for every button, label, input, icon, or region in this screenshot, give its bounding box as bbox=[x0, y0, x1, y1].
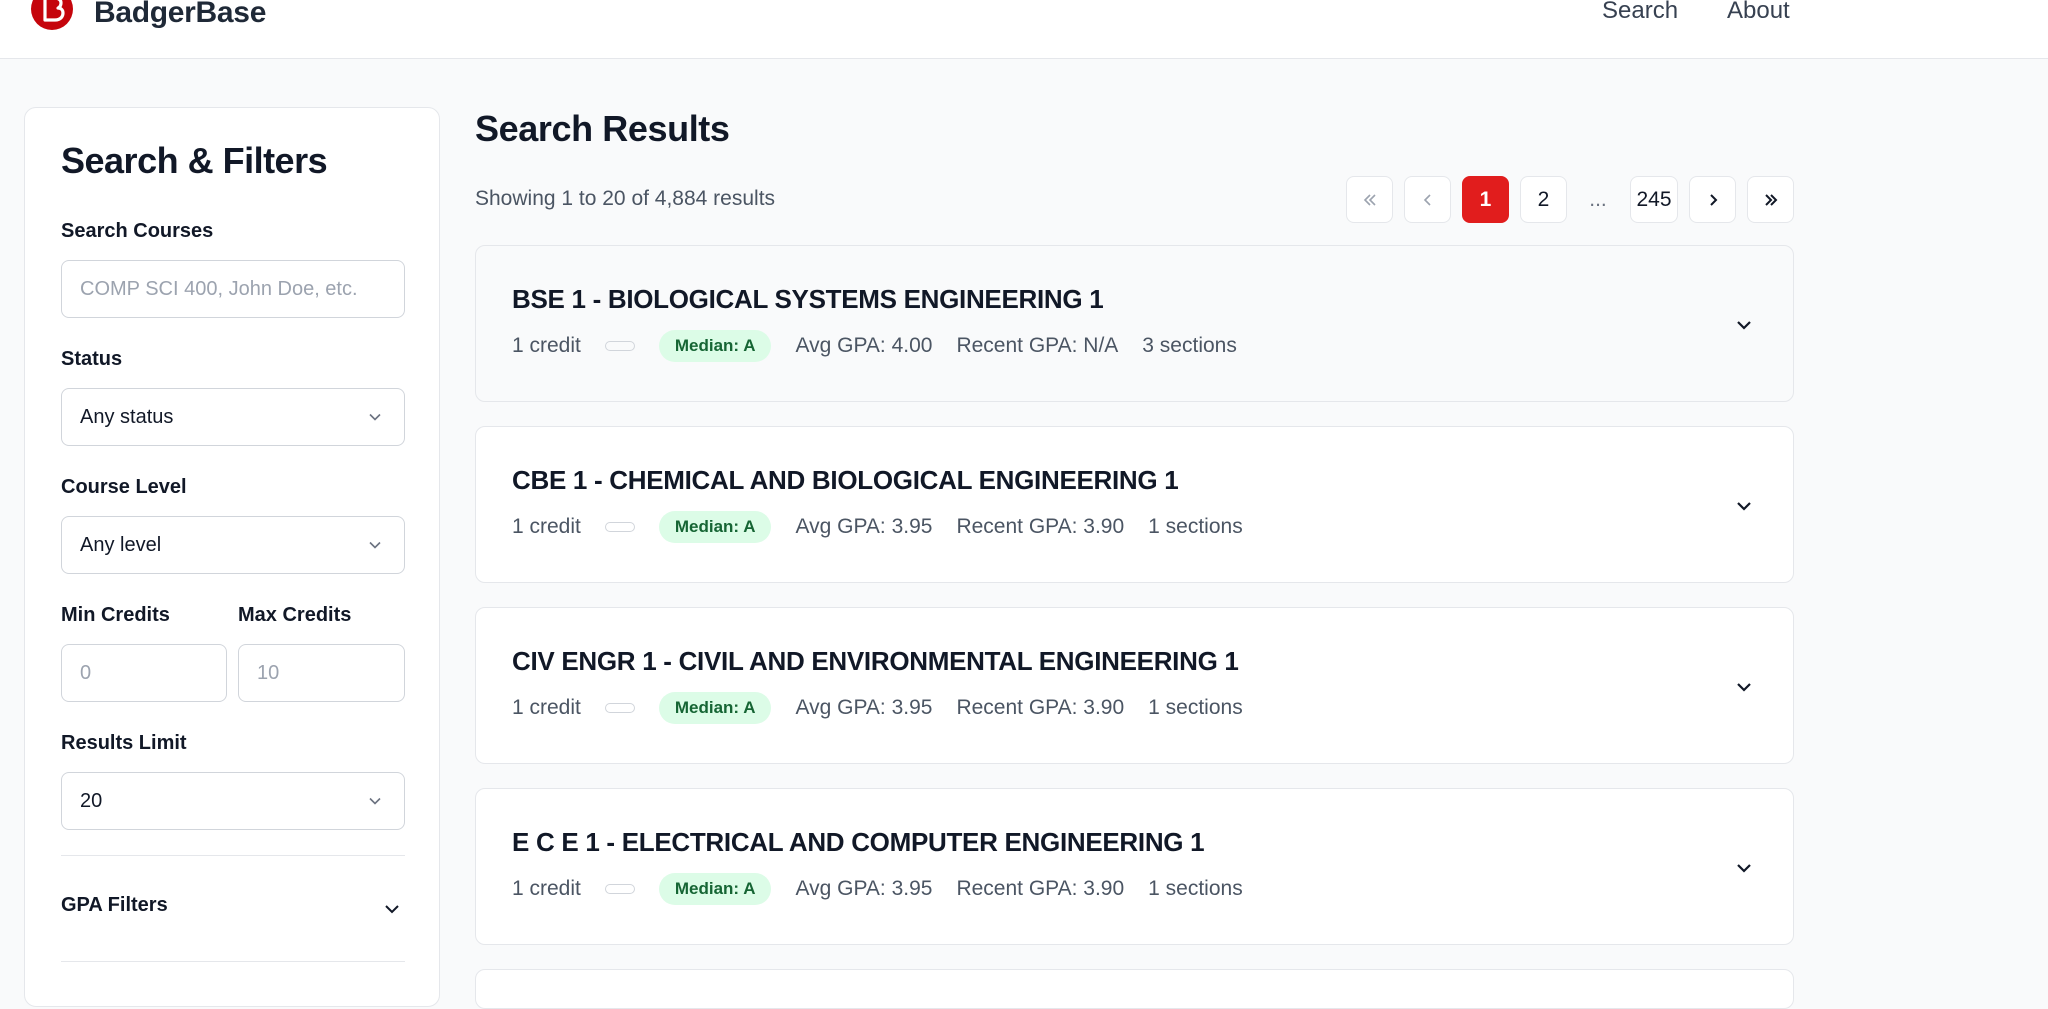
gpa-filters-toggle[interactable]: GPA Filters bbox=[61, 894, 168, 917]
course-card[interactable]: CIV ENGR 1 - CIVIL AND ENVIRONMENTAL ENG… bbox=[475, 607, 1794, 764]
avg-gpa: Avg GPA: 4.00 bbox=[795, 334, 933, 357]
chevron-down-icon[interactable] bbox=[383, 900, 401, 918]
course-meta: 1 credit Median: A Avg GPA: 3.95 Recent … bbox=[512, 511, 1267, 543]
empty-tag bbox=[604, 341, 635, 351]
badgerbase-logo-icon[interactable] bbox=[31, 0, 73, 30]
chevron-down-icon[interactable] bbox=[1733, 676, 1755, 698]
status-select[interactable]: Any status bbox=[61, 388, 405, 446]
status-select-value: Any status bbox=[80, 406, 174, 428]
page-button[interactable]: 2 bbox=[1520, 176, 1567, 223]
section-count: 1 sections bbox=[1148, 696, 1243, 719]
median-grade-badge: Median: A bbox=[658, 873, 772, 905]
course-level-select[interactable]: Any level bbox=[61, 516, 405, 574]
course-card-partial[interactable] bbox=[475, 969, 1794, 1009]
min-credits-field[interactable] bbox=[61, 644, 227, 702]
chevron-down-icon[interactable] bbox=[1733, 857, 1755, 879]
recent-gpa: Recent GPA: 3.90 bbox=[956, 696, 1125, 719]
chevron-left-icon bbox=[1423, 193, 1431, 206]
search-courses-input[interactable] bbox=[80, 261, 404, 318]
empty-tag bbox=[604, 703, 635, 713]
section-count: 1 sections bbox=[1148, 877, 1243, 900]
course-meta: 1 credit Median: A Avg GPA: 3.95 Recent … bbox=[512, 692, 1267, 724]
double-chevron-right-icon bbox=[1764, 193, 1777, 206]
brand-name[interactable]: BadgerBase bbox=[94, 0, 266, 30]
max-credits-field[interactable] bbox=[238, 644, 405, 702]
pagination-ellipsis: ... bbox=[1589, 187, 1607, 211]
results-count: Showing 1 to 20 of 4,884 results bbox=[475, 187, 776, 210]
chevron-down-icon bbox=[369, 541, 381, 549]
median-grade-badge: Median: A bbox=[658, 511, 772, 543]
section-count: 1 sections bbox=[1148, 515, 1243, 538]
avg-gpa: Avg GPA: 3.95 bbox=[795, 515, 933, 538]
top-navbar: BadgerBase Search About bbox=[0, 0, 2048, 59]
page-button-current[interactable]: 1 bbox=[1462, 176, 1509, 223]
min-credits-input[interactable] bbox=[80, 645, 226, 702]
page-button-last-number[interactable]: 245 bbox=[1630, 176, 1678, 223]
max-credits-label: Max Credits bbox=[238, 604, 352, 626]
recent-gpa: Recent GPA: 3.90 bbox=[956, 515, 1125, 538]
chevron-down-icon bbox=[369, 797, 381, 805]
results-limit-select[interactable]: 20 bbox=[61, 772, 405, 830]
course-level-label: Course Level bbox=[61, 476, 187, 498]
last-page-button[interactable] bbox=[1747, 176, 1794, 223]
course-meta: 1 credit Median: A Avg GPA: 4.00 Recent … bbox=[512, 330, 1261, 362]
empty-tag bbox=[604, 522, 635, 532]
course-card[interactable]: E C E 1 - ELECTRICAL AND COMPUTER ENGINE… bbox=[475, 788, 1794, 945]
min-credits-label: Min Credits bbox=[61, 604, 170, 626]
chevron-down-icon[interactable] bbox=[1733, 314, 1755, 336]
results-limit-label: Results Limit bbox=[61, 732, 187, 754]
course-credits: 1 credit bbox=[512, 515, 581, 538]
avg-gpa: Avg GPA: 3.95 bbox=[795, 696, 933, 719]
course-meta: 1 credit Median: A Avg GPA: 3.95 Recent … bbox=[512, 873, 1267, 905]
search-courses-label: Search Courses bbox=[61, 220, 214, 242]
course-credits: 1 credit bbox=[512, 334, 581, 357]
next-page-button[interactable] bbox=[1689, 176, 1736, 223]
chevron-right-icon bbox=[1709, 193, 1717, 206]
sidebar-divider bbox=[61, 961, 405, 962]
first-page-button[interactable] bbox=[1346, 176, 1393, 223]
course-title: E C E 1 - ELECTRICAL AND COMPUTER ENGINE… bbox=[512, 827, 1205, 857]
prev-page-button[interactable] bbox=[1404, 176, 1451, 223]
chevron-down-icon bbox=[369, 413, 381, 421]
median-grade-badge: Median: A bbox=[658, 692, 772, 724]
max-credits-input[interactable] bbox=[257, 645, 404, 702]
avg-gpa: Avg GPA: 3.95 bbox=[795, 877, 933, 900]
empty-tag bbox=[604, 884, 635, 894]
median-grade-badge: Median: A bbox=[658, 330, 772, 362]
chevron-down-icon[interactable] bbox=[1733, 495, 1755, 517]
course-title: CBE 1 - CHEMICAL AND BIOLOGICAL ENGINEER… bbox=[512, 465, 1179, 495]
course-level-select-value: Any level bbox=[80, 534, 162, 556]
course-card[interactable]: CBE 1 - CHEMICAL AND BIOLOGICAL ENGINEER… bbox=[475, 426, 1794, 583]
course-card[interactable]: BSE 1 - BIOLOGICAL SYSTEMS ENGINEERING 1… bbox=[475, 245, 1794, 402]
nav-about-link[interactable]: About bbox=[1727, 0, 1790, 25]
results-limit-select-value: 20 bbox=[80, 790, 103, 812]
sidebar-divider bbox=[61, 855, 405, 856]
section-count: 3 sections bbox=[1142, 334, 1237, 357]
page-title: Search Results bbox=[475, 108, 730, 149]
course-credits: 1 credit bbox=[512, 877, 581, 900]
course-credits: 1 credit bbox=[512, 696, 581, 719]
recent-gpa: Recent GPA: N/A bbox=[956, 334, 1119, 357]
double-chevron-left-icon bbox=[1363, 193, 1376, 206]
filters-sidebar: Search & Filters Search Courses Status A… bbox=[24, 107, 440, 1007]
status-label: Status bbox=[61, 348, 123, 370]
recent-gpa: Recent GPA: 3.90 bbox=[956, 877, 1125, 900]
nav-search-link[interactable]: Search bbox=[1602, 0, 1678, 25]
course-title: BSE 1 - BIOLOGICAL SYSTEMS ENGINEERING 1 bbox=[512, 284, 1104, 314]
sidebar-title: Search & Filters bbox=[61, 140, 328, 181]
course-title: CIV ENGR 1 - CIVIL AND ENVIRONMENTAL ENG… bbox=[512, 646, 1239, 676]
search-courses-field[interactable] bbox=[61, 260, 405, 318]
